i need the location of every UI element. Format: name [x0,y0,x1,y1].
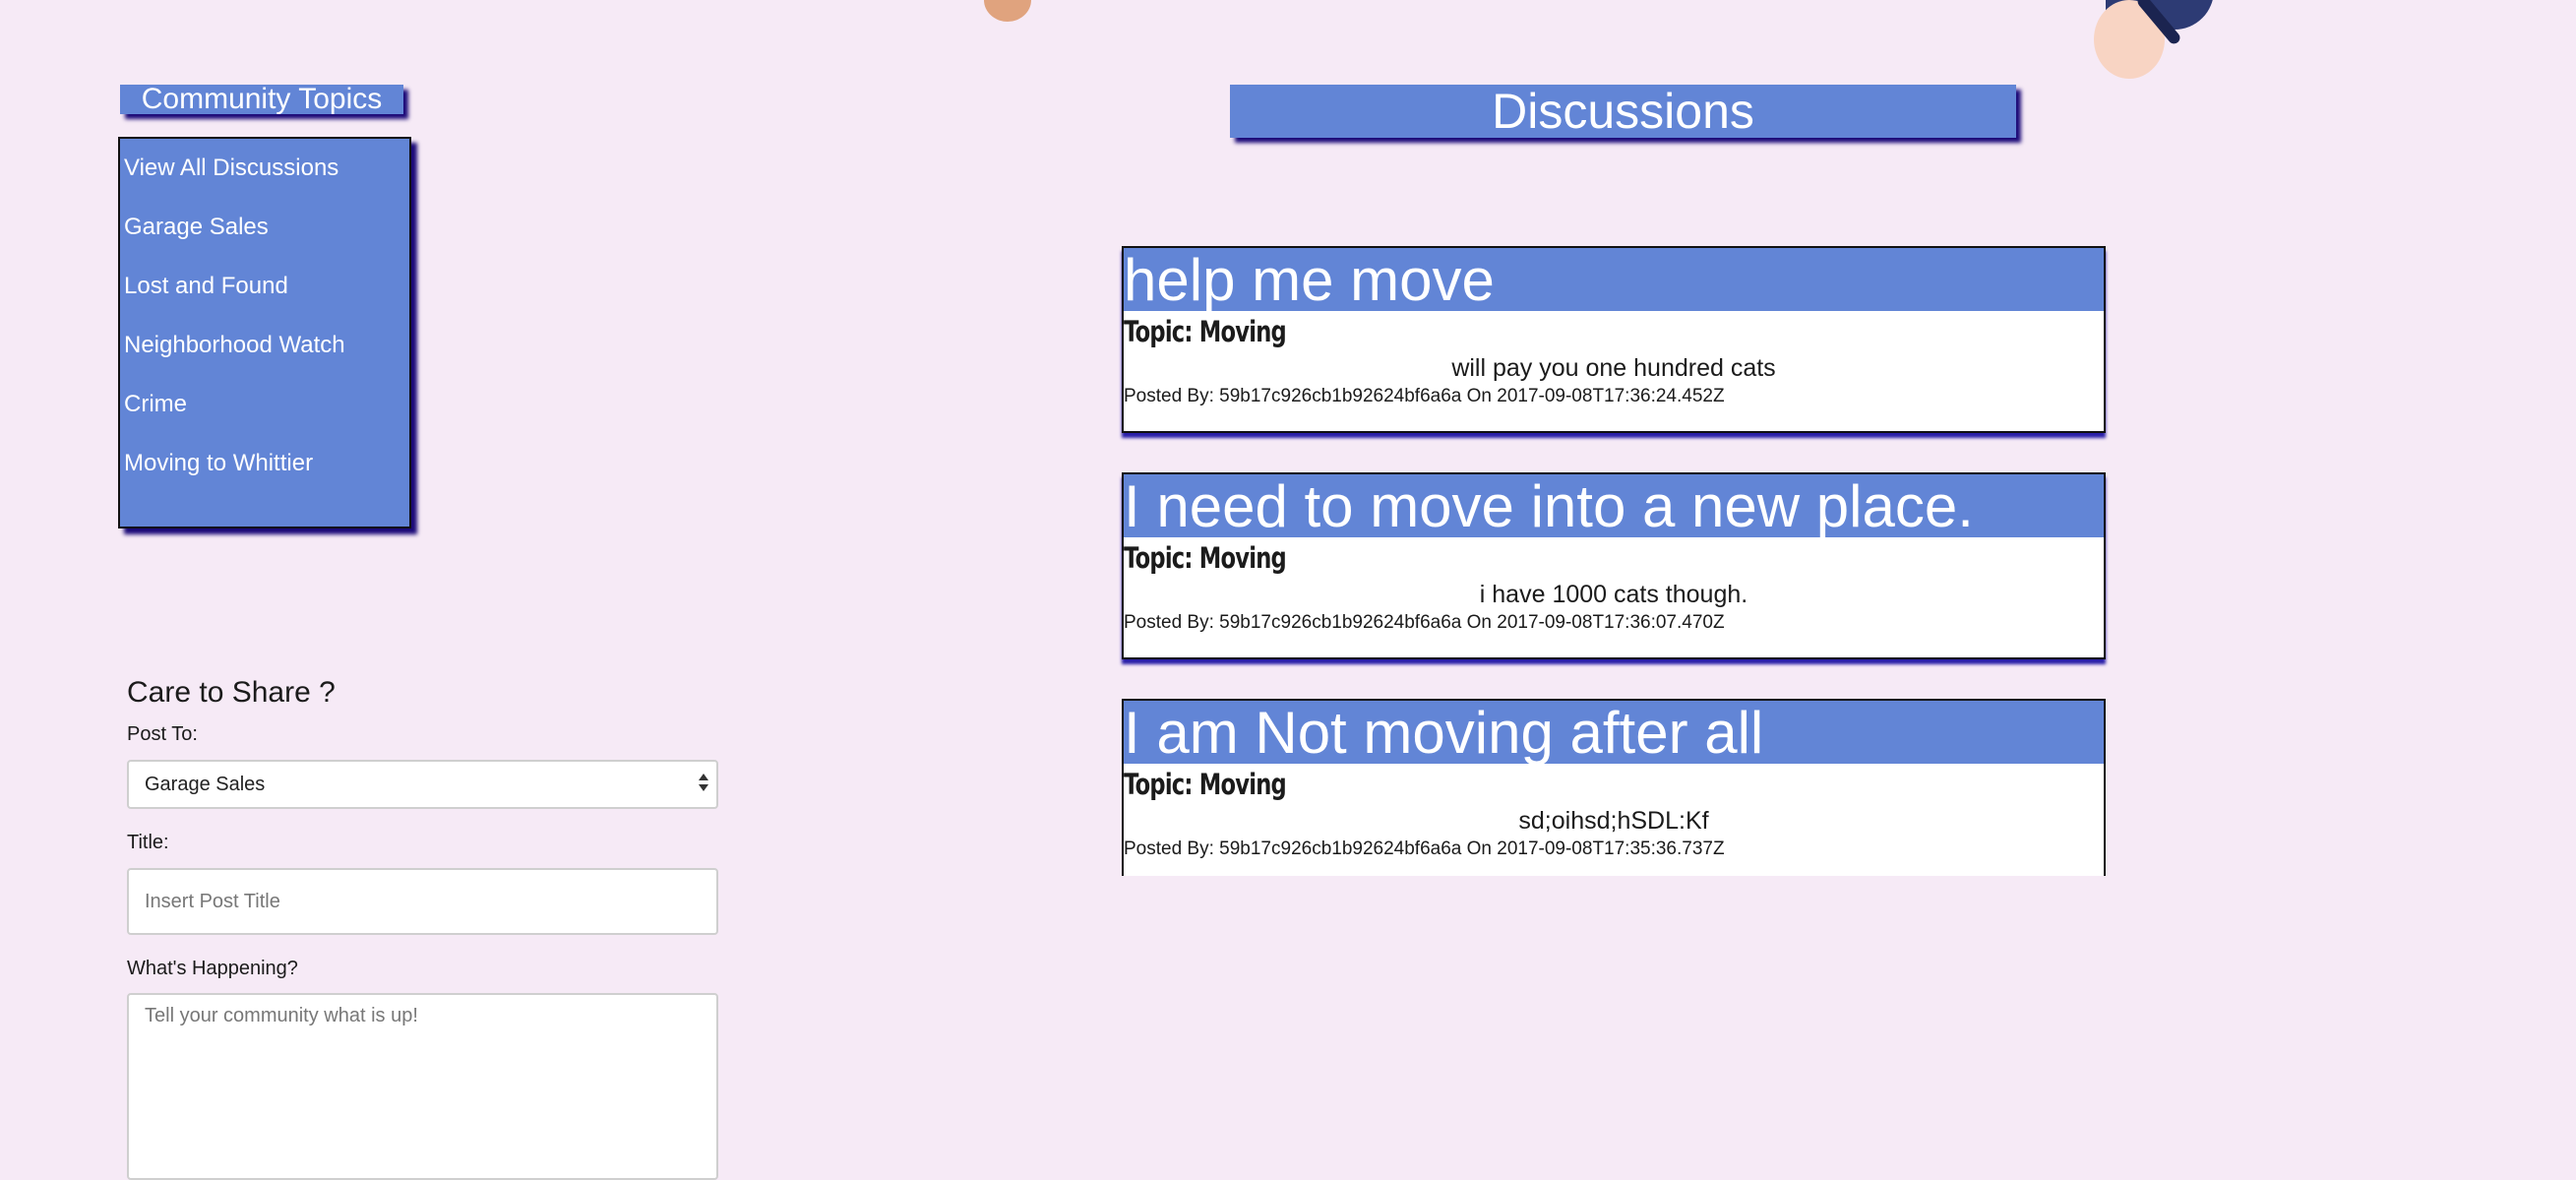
post-to-select[interactable]: Garage Sales [127,760,718,809]
discussion-meta: Posted By: 59b17c926cb1b92624bf6a6a On 2… [1124,612,1725,633]
discussion-title[interactable]: help me move [1124,248,2104,311]
community-topics-heading: Community Topics [120,85,403,114]
discussion-topic: Topic: Moving [1124,541,1287,575]
whats-happening-label: What's Happening? [127,958,298,979]
discussions-heading: Discussions [1230,85,2016,138]
discussion-card[interactable]: I need to move into a new place. Topic: … [1122,472,2106,659]
post-to-selected-value: Garage Sales [145,774,266,795]
discussion-topic: Topic: Moving [1124,315,1287,348]
post-body-textarea[interactable] [127,993,718,1180]
discussion-title[interactable]: I am Not moving after all [1124,701,2104,764]
topic-lost-and-found[interactable]: Lost and Found [124,272,288,301]
post-to-label: Post To: [127,723,198,745]
illustration-hand-left [984,0,1031,22]
discussion-card[interactable]: I am Not moving after all Topic: Moving … [1122,699,2106,876]
discussion-body: i have 1000 cats though. [1479,581,1748,608]
share-form-title: Care to Share ? [127,676,336,709]
discussion-meta: Posted By: 59b17c926cb1b92624bf6a6a On 2… [1124,838,1725,859]
select-arrows-icon [699,774,708,795]
illustration-hand-right [2084,0,2241,89]
title-label: Title: [127,832,169,853]
discussion-title[interactable]: I need to move into a new place. [1124,474,2104,537]
discussion-card[interactable]: help me move Topic: Moving will pay you … [1122,246,2106,433]
discussion-topic: Topic: Moving [1124,768,1287,801]
topic-moving-to-whittier[interactable]: Moving to Whittier [124,449,313,478]
topic-neighborhood-watch[interactable]: Neighborhood Watch [124,331,345,360]
discussion-meta: Posted By: 59b17c926cb1b92624bf6a6a On 2… [1124,386,1725,406]
topic-view-all-discussions[interactable]: View All Discussions [124,154,338,183]
topic-crime[interactable]: Crime [124,390,187,419]
topics-list: View All Discussions Garage Sales Lost a… [118,137,411,528]
discussion-body: sd;oihsd;hSDL:Kf [1518,807,1709,835]
topic-garage-sales[interactable]: Garage Sales [124,213,269,242]
discussion-body: will pay you one hundred cats [1451,354,1776,382]
post-title-input[interactable] [127,868,718,935]
